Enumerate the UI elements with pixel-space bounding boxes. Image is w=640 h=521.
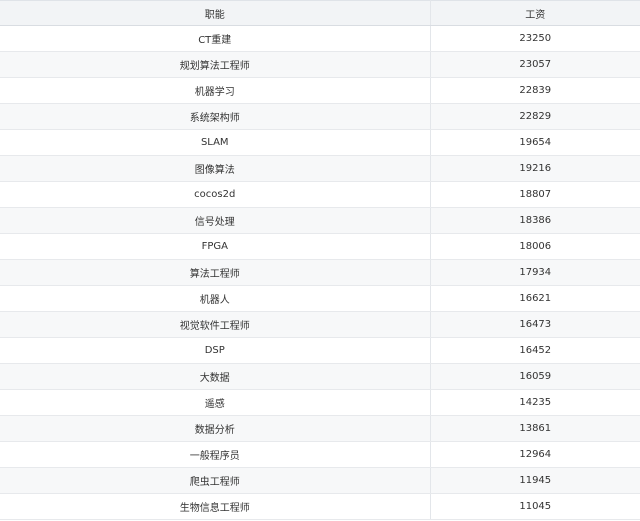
cell-salary: 11045 bbox=[430, 493, 640, 520]
cell-salary: 17934 bbox=[430, 259, 640, 286]
cell-role: 图像算法 bbox=[0, 155, 431, 182]
table-body: CT重建 23250 规划算法工程师 23057 机器学习 22839 系统架构师 22829… bbox=[0, 25, 640, 520]
cell-role: DSP bbox=[0, 337, 431, 364]
header-row: 职能 工资 bbox=[0, 0, 640, 26]
table-row[interactable]: 图像算法 19216 bbox=[0, 155, 640, 182]
cell-role: 大数据 bbox=[0, 363, 431, 390]
salary-table-container: 职能 工资 CT重建 23250 规划算法工程师 23057 机器学习 22839 系统架构… bbox=[0, 0, 640, 521]
table-row[interactable]: FPGA 18006 bbox=[0, 233, 640, 260]
cell-salary: 16621 bbox=[430, 285, 640, 312]
cell-role: 算法工程师 bbox=[0, 259, 431, 286]
cell-salary: 14235 bbox=[430, 389, 640, 416]
cell-role: 机器人 bbox=[0, 285, 431, 312]
cell-salary: 18006 bbox=[430, 233, 640, 260]
cell-role: 系统架构师 bbox=[0, 103, 431, 130]
cell-salary: 22839 bbox=[430, 77, 640, 104]
cell-salary: 19654 bbox=[430, 129, 640, 156]
table-row[interactable]: SLAM 19654 bbox=[0, 129, 640, 156]
cell-salary: 13861 bbox=[430, 415, 640, 442]
cell-role: 数据分析 bbox=[0, 415, 431, 442]
table-row[interactable]: 大数据 16059 bbox=[0, 363, 640, 390]
table-row[interactable]: 机器人 16621 bbox=[0, 285, 640, 312]
table-row[interactable]: CT重建 23250 bbox=[0, 25, 640, 52]
table-header: 职能 工资 bbox=[0, 0, 640, 26]
cell-salary: 23250 bbox=[430, 25, 640, 52]
cell-role: 视觉软件工程师 bbox=[0, 311, 431, 338]
salary-table: 职能 工资 CT重建 23250 规划算法工程师 23057 机器学习 22839 系统架构… bbox=[0, 0, 640, 520]
cell-role: cocos2d bbox=[0, 181, 431, 208]
cell-salary: 16452 bbox=[430, 337, 640, 364]
cell-role: 一般程序员 bbox=[0, 441, 431, 468]
column-header-role[interactable]: 职能 bbox=[0, 0, 431, 26]
table-row[interactable]: 遥感 14235 bbox=[0, 389, 640, 416]
table-row[interactable]: 信号处理 18386 bbox=[0, 207, 640, 234]
cell-role: 规划算法工程师 bbox=[0, 51, 431, 78]
table-row[interactable]: cocos2d 18807 bbox=[0, 181, 640, 208]
cell-role: 信号处理 bbox=[0, 207, 431, 234]
cell-role: 爬虫工程师 bbox=[0, 467, 431, 494]
cell-role: 遥感 bbox=[0, 389, 431, 416]
table-row[interactable]: 视觉软件工程师 16473 bbox=[0, 311, 640, 338]
cell-salary: 22829 bbox=[430, 103, 640, 130]
cell-salary: 23057 bbox=[430, 51, 640, 78]
table-row[interactable]: 数据分析 13861 bbox=[0, 415, 640, 442]
column-header-salary[interactable]: 工资 bbox=[430, 0, 640, 26]
cell-salary: 12964 bbox=[430, 441, 640, 468]
cell-salary: 16059 bbox=[430, 363, 640, 390]
table-row[interactable]: 机器学习 22839 bbox=[0, 77, 640, 104]
cell-salary: 16473 bbox=[430, 311, 640, 338]
cell-role: CT重建 bbox=[0, 25, 431, 52]
table-row[interactable]: 爬虫工程师 11945 bbox=[0, 467, 640, 494]
cell-role: SLAM bbox=[0, 129, 431, 156]
cell-salary: 18807 bbox=[430, 181, 640, 208]
cell-salary: 19216 bbox=[430, 155, 640, 182]
table-row[interactable]: DSP 16452 bbox=[0, 337, 640, 364]
table-row[interactable]: 生物信息工程师 11045 bbox=[0, 493, 640, 520]
cell-role: FPGA bbox=[0, 233, 431, 260]
table-row[interactable]: 系统架构师 22829 bbox=[0, 103, 640, 130]
cell-salary: 18386 bbox=[430, 207, 640, 234]
cell-salary: 11945 bbox=[430, 467, 640, 494]
table-row[interactable]: 算法工程师 17934 bbox=[0, 259, 640, 286]
table-row[interactable]: 一般程序员 12964 bbox=[0, 441, 640, 468]
table-row[interactable]: 规划算法工程师 23057 bbox=[0, 51, 640, 78]
cell-role: 生物信息工程师 bbox=[0, 493, 431, 520]
cell-role: 机器学习 bbox=[0, 77, 431, 104]
